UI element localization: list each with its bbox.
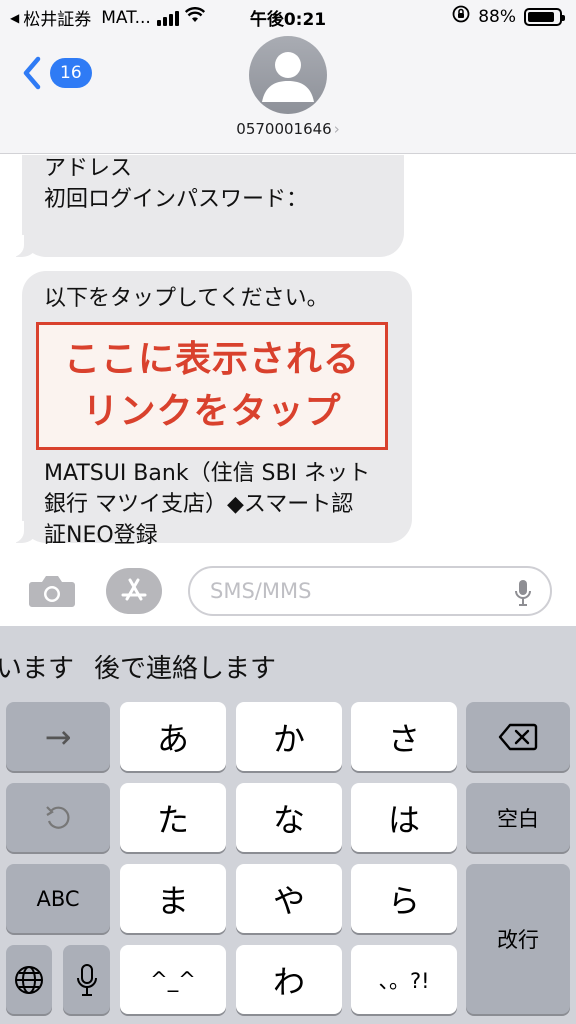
undo-icon [46,805,70,829]
key-a[interactable]: あ [120,702,226,771]
app-store-icon[interactable] [106,568,162,614]
contact-avatar[interactable] [249,36,327,114]
key-ra[interactable]: ら [351,864,457,933]
person-icon [262,52,314,102]
message-line: 初回ログインパスワード： [44,187,309,212]
chevron-right-icon: › [333,120,340,138]
globe-key[interactable] [6,945,52,1014]
battery-percent: 88% [478,6,516,27]
message-line: 銀行 マツイ支店）◆スマート認 [44,492,354,517]
message-line: アドレス [44,156,133,181]
message-line: 証NEO登録 [44,523,158,548]
dictation-key[interactable] [63,945,110,1014]
key-sa[interactable]: さ [351,702,457,771]
conversation-header: 16 0570001646 › [0,32,576,154]
dictation-mic-icon[interactable] [514,579,532,611]
status-right: 88% [452,5,565,28]
key-punctuation[interactable]: 、。?! [351,945,457,1014]
space-key[interactable]: 空白 [466,783,570,852]
key-na[interactable]: な [236,783,342,852]
rotation-lock-icon [452,5,470,28]
message-intro: 以下をタップしてください。 [44,286,329,311]
status-bar: ◀ 松井証券 MAT... 午後0:21 88% [0,0,576,32]
prediction-item[interactable]: います [0,648,74,685]
delete-key[interactable] [466,702,570,771]
key-ta[interactable]: た [120,783,226,852]
bubble-tail [8,521,38,543]
back-button[interactable]: 16 [22,56,92,90]
message-input-placeholder: SMS/MMS [210,579,312,603]
key-ya[interactable]: や [236,864,342,933]
callout-line: ここに表示される [63,339,360,380]
chevron-left-icon [22,56,42,90]
key-ka[interactable]: か [236,702,342,771]
battery-icon [524,7,565,26]
japanese-keyboard: います 後で連絡します → あ か さ た な は 空白 ABC ま や ら 改… [0,626,576,1024]
message-line: MATSUI Bank（住信 SBI ネット [44,461,371,486]
compose-bar: SMS/MMS [0,560,576,626]
key-arrow[interactable]: → [6,702,110,771]
key-ma[interactable]: ま [120,864,226,933]
prediction-bar: います 後で連絡します [0,626,576,700]
message-bubble[interactable]: 以下をタップしてください。 ここに表示される リンクをタップ MATSUI Ba… [8,271,412,548]
key-ha[interactable]: は [351,783,457,852]
return-key[interactable]: 改行 [466,864,570,1014]
tap-link-callout[interactable]: ここに表示される リンクをタップ [36,322,388,450]
key-emoticon[interactable]: ^_^ [120,945,226,1014]
contact-number: 0570001646 [236,120,332,138]
message-bubble[interactable]: アドレス 初回ログインパスワード： [8,155,404,257]
bubble-tail [8,235,38,257]
globe-icon [15,965,43,994]
camera-icon[interactable] [28,574,76,612]
message-input[interactable]: SMS/MMS [188,566,552,616]
callout-line: リンクをタップ [82,391,342,432]
key-wa[interactable]: わ [236,945,342,1014]
undo-key[interactable] [6,783,110,852]
prediction-item[interactable]: 後で連絡します [94,648,276,685]
unread-count-badge: 16 [50,58,92,88]
battery-fill [528,11,555,22]
delete-icon [498,723,538,750]
abc-key[interactable]: ABC [6,864,110,933]
message-thread[interactable]: アドレス 初回ログインパスワード： 以下をタップしてください。 ここに表示される… [0,155,576,625]
contact-name-link[interactable]: 0570001646 › [0,120,576,138]
microphone-icon [76,963,97,996]
